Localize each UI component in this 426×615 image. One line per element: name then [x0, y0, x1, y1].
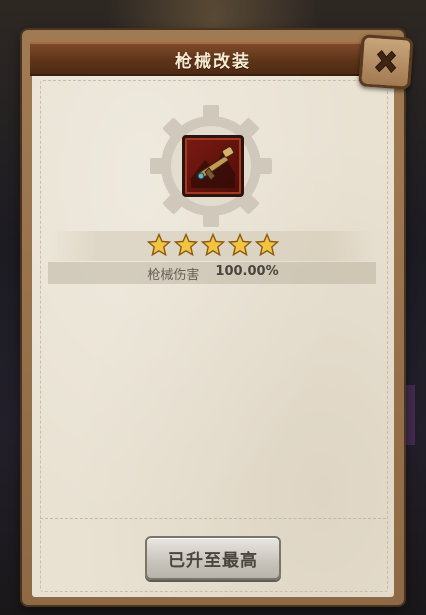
stat-row: 枪械伤害 100.00%	[0, 264, 426, 283]
bottom-divider	[40, 518, 386, 519]
firearm-mod-icon[interactable]	[182, 135, 244, 197]
star-filled-icon	[174, 233, 198, 257]
close-x-icon	[374, 49, 397, 74]
stat-value: 100.00%	[215, 264, 279, 279]
close-button[interactable]	[358, 34, 414, 90]
stat-label: 枪械伤害	[147, 268, 200, 283]
star-filled-icon	[201, 233, 225, 257]
star-rating	[0, 233, 426, 257]
star-filled-icon	[228, 233, 252, 257]
max-level-button[interactable]: 已升至最高	[145, 536, 281, 580]
star-filled-icon	[147, 233, 171, 257]
firearm-icon	[191, 146, 235, 188]
star-filled-icon	[255, 233, 279, 257]
